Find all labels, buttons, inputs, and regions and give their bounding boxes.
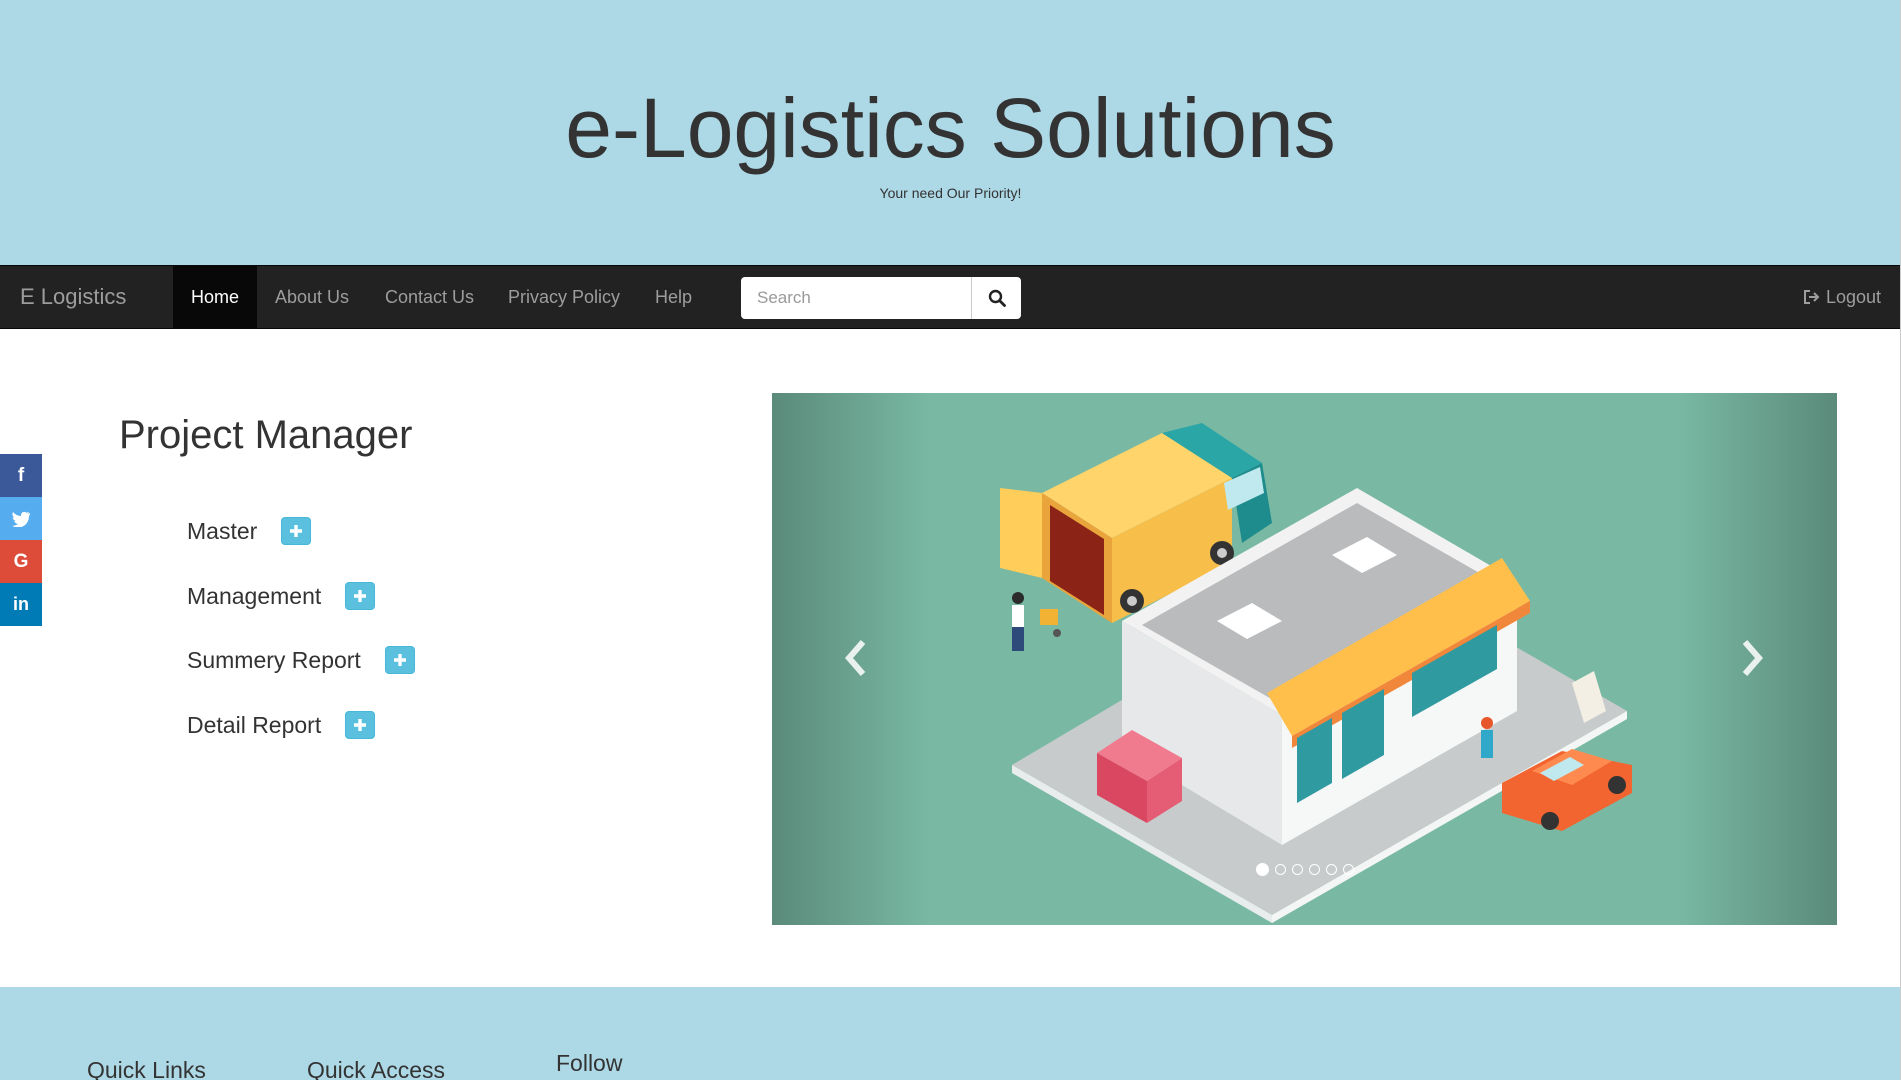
footer-follow-heading: Follow bbox=[556, 1050, 623, 1076]
nav-about-us[interactable]: About Us bbox=[257, 266, 367, 328]
google-icon: G bbox=[13, 550, 29, 572]
logout-label: Logout bbox=[1825, 287, 1881, 307]
nav-help[interactable]: Help bbox=[637, 266, 710, 328]
chevron-left-icon bbox=[845, 640, 866, 676]
menu-item-management: Management bbox=[187, 582, 376, 610]
menu-label-master: Master bbox=[187, 517, 258, 544]
search-input[interactable] bbox=[741, 277, 971, 319]
site-header: e-Logistics Solutions Your need Our Prio… bbox=[0, 0, 1901, 265]
linkedin-share[interactable]: in bbox=[0, 583, 42, 626]
menu-label-detail-report: Detail Report bbox=[187, 711, 322, 738]
plus-icon bbox=[290, 525, 303, 537]
search-box bbox=[741, 277, 1021, 319]
expand-summery-report-button[interactable] bbox=[384, 646, 415, 674]
search-icon bbox=[988, 289, 1006, 307]
carousel-indicator[interactable] bbox=[1342, 864, 1354, 875]
twitter-icon bbox=[12, 511, 31, 527]
search-button[interactable] bbox=[971, 277, 1021, 319]
carousel-indicator[interactable] bbox=[1291, 864, 1303, 875]
site-footer: Quick Links Quick Access Follow bbox=[0, 987, 1901, 1080]
menu-item-summery-report: Summery Report bbox=[187, 646, 415, 674]
plus-icon bbox=[354, 590, 367, 602]
menu-label-management: Management bbox=[187, 582, 322, 609]
expand-detail-report-button[interactable] bbox=[345, 711, 376, 739]
menu-label-summery-report: Summery Report bbox=[187, 646, 361, 673]
footer-quick-links-heading: Quick Links bbox=[87, 1057, 206, 1080]
carousel-indicator[interactable] bbox=[1255, 863, 1269, 876]
carousel-indicator[interactable] bbox=[1308, 864, 1320, 875]
carousel-indicators bbox=[772, 863, 1837, 876]
navbar: E Logistics Home About Us Contact Us Pri… bbox=[0, 265, 1901, 329]
section-title: Project Manager bbox=[119, 413, 413, 457]
twitter-share[interactable] bbox=[0, 497, 42, 540]
facebook-icon: f bbox=[17, 464, 25, 486]
facebook-share[interactable]: f bbox=[0, 454, 42, 497]
expand-management-button[interactable] bbox=[345, 582, 376, 610]
linkedin-icon: in bbox=[13, 594, 29, 614]
footer-quick-access-heading: Quick Access bbox=[307, 1057, 446, 1080]
google-share[interactable]: G bbox=[0, 540, 42, 583]
nav-home[interactable]: Home bbox=[173, 266, 258, 328]
plus-icon bbox=[393, 654, 406, 666]
nav-privacy-policy[interactable]: Privacy Policy bbox=[490, 266, 638, 328]
carousel-prev-button[interactable] bbox=[835, 633, 875, 683]
image-carousel bbox=[772, 393, 1837, 925]
plus-icon bbox=[354, 719, 367, 731]
carousel-indicator[interactable] bbox=[1274, 864, 1286, 875]
logout-link[interactable]: Logout bbox=[1803, 266, 1881, 328]
navbar-brand[interactable]: E Logistics bbox=[20, 266, 126, 328]
worker-graphic bbox=[1012, 592, 1061, 651]
chevron-right-icon bbox=[1742, 640, 1763, 676]
carousel-indicator[interactable] bbox=[1325, 864, 1337, 875]
expand-master-button[interactable] bbox=[281, 517, 312, 545]
pedestrian-graphic bbox=[1481, 717, 1493, 758]
page: e-Logistics Solutions Your need Our Prio… bbox=[0, 0, 1901, 1080]
logout-icon bbox=[1803, 290, 1820, 304]
nav-contact-us[interactable]: Contact Us bbox=[367, 266, 492, 328]
site-title: e-Logistics Solutions bbox=[565, 81, 1336, 175]
site-tagline: Your need Our Priority! bbox=[879, 185, 1022, 201]
carousel-next-button[interactable] bbox=[1733, 633, 1773, 683]
menu-item-master: Master bbox=[187, 517, 312, 545]
menu-item-detail-report: Detail Report bbox=[187, 711, 376, 739]
